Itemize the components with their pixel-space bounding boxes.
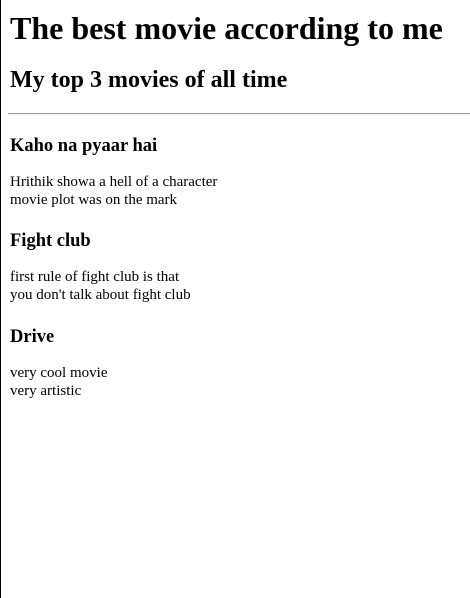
window-left-border	[0, 0, 1, 598]
movie-description-line: Hrithik showa a hell of a character	[10, 174, 218, 190]
movie-entry-drive: Drive very cool movie very artistic	[10, 326, 460, 400]
movie-entry-kaho-na-pyaar-hai: Kaho na pyaar hai Hrithik showa a hell o…	[10, 135, 460, 209]
movie-description-line: movie plot was on the mark	[10, 192, 178, 208]
horizontal-divider	[8, 113, 470, 115]
movie-description-line: you don't talk about fight club	[10, 287, 191, 303]
movie-entry-fight-club: Fight club first rule of fight club is t…	[10, 230, 460, 304]
movie-description: very cool movie very artistic	[10, 364, 460, 400]
movie-description-line: first rule of fight club is that	[10, 269, 180, 285]
movie-description-line: very artistic	[10, 383, 82, 399]
page-subtitle: My top 3 movies of all time	[10, 67, 288, 93]
movie-description: Hrithik showa a hell of a character movi…	[10, 173, 460, 209]
page-title: The best movie according to me	[10, 10, 443, 46]
movie-description-line: very cool movie	[10, 365, 108, 381]
movie-title: Fight club	[10, 231, 91, 251]
movie-title: Drive	[10, 327, 55, 347]
movie-title: Kaho na pyaar hai	[10, 136, 158, 156]
movie-description: first rule of fight club is that you don…	[10, 268, 460, 304]
